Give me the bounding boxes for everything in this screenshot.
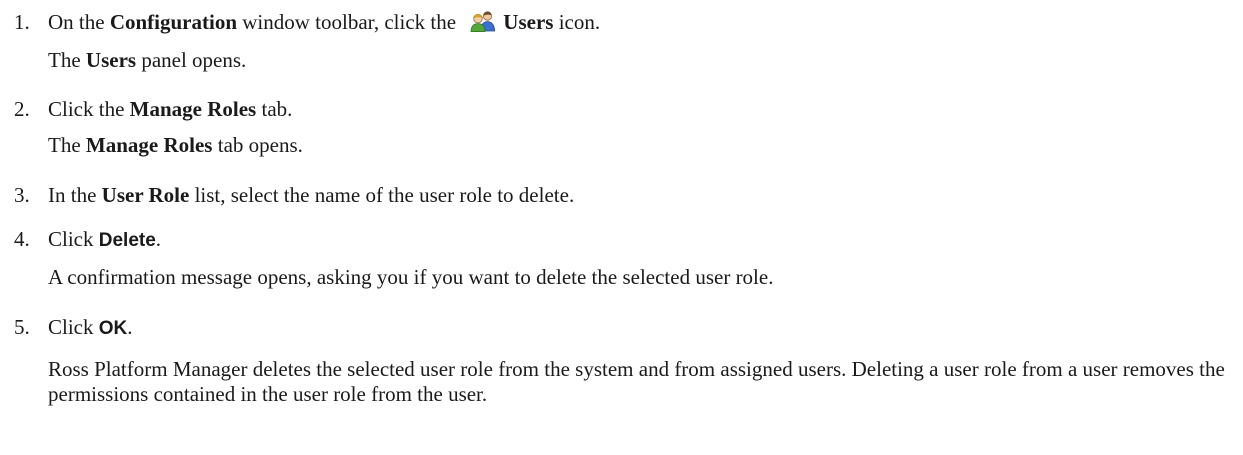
step-result: Ross Platform Manager deletes the select… — [48, 357, 1225, 406]
users-icon — [469, 10, 497, 32]
step-instruction: Click OK. — [48, 315, 133, 339]
step-result: The Users panel opens. — [48, 48, 247, 72]
step-number: 1. — [14, 10, 30, 34]
step-number: 2. — [14, 97, 30, 121]
step-instruction: In the User Role list, select the name o… — [48, 183, 575, 207]
step-instruction: Click the Manage Roles tab. — [48, 97, 293, 121]
list-name: User Role — [101, 183, 190, 207]
step-number: 3. — [14, 183, 30, 207]
step-result: A confirmation message opens, asking you… — [48, 265, 774, 289]
delete-button-label: Delete — [98, 230, 156, 251]
ok-button-label: OK — [98, 318, 128, 339]
procedure-document: 1. On the Configuration window toolbar, … — [0, 0, 1243, 455]
step-instruction: On the Configuration window toolbar, cli… — [48, 10, 601, 34]
tab-name: Manage Roles — [85, 133, 213, 157]
step-result: The Manage Roles tab opens. — [48, 133, 303, 157]
users-label: Users — [503, 10, 554, 34]
panel-name: Users — [85, 48, 137, 72]
step-number: 4. — [14, 227, 30, 251]
step-number: 5. — [14, 315, 30, 339]
step-instruction: Click Delete. — [48, 227, 162, 251]
window-name: Configuration — [109, 10, 238, 34]
tab-name: Manage Roles — [129, 97, 257, 121]
